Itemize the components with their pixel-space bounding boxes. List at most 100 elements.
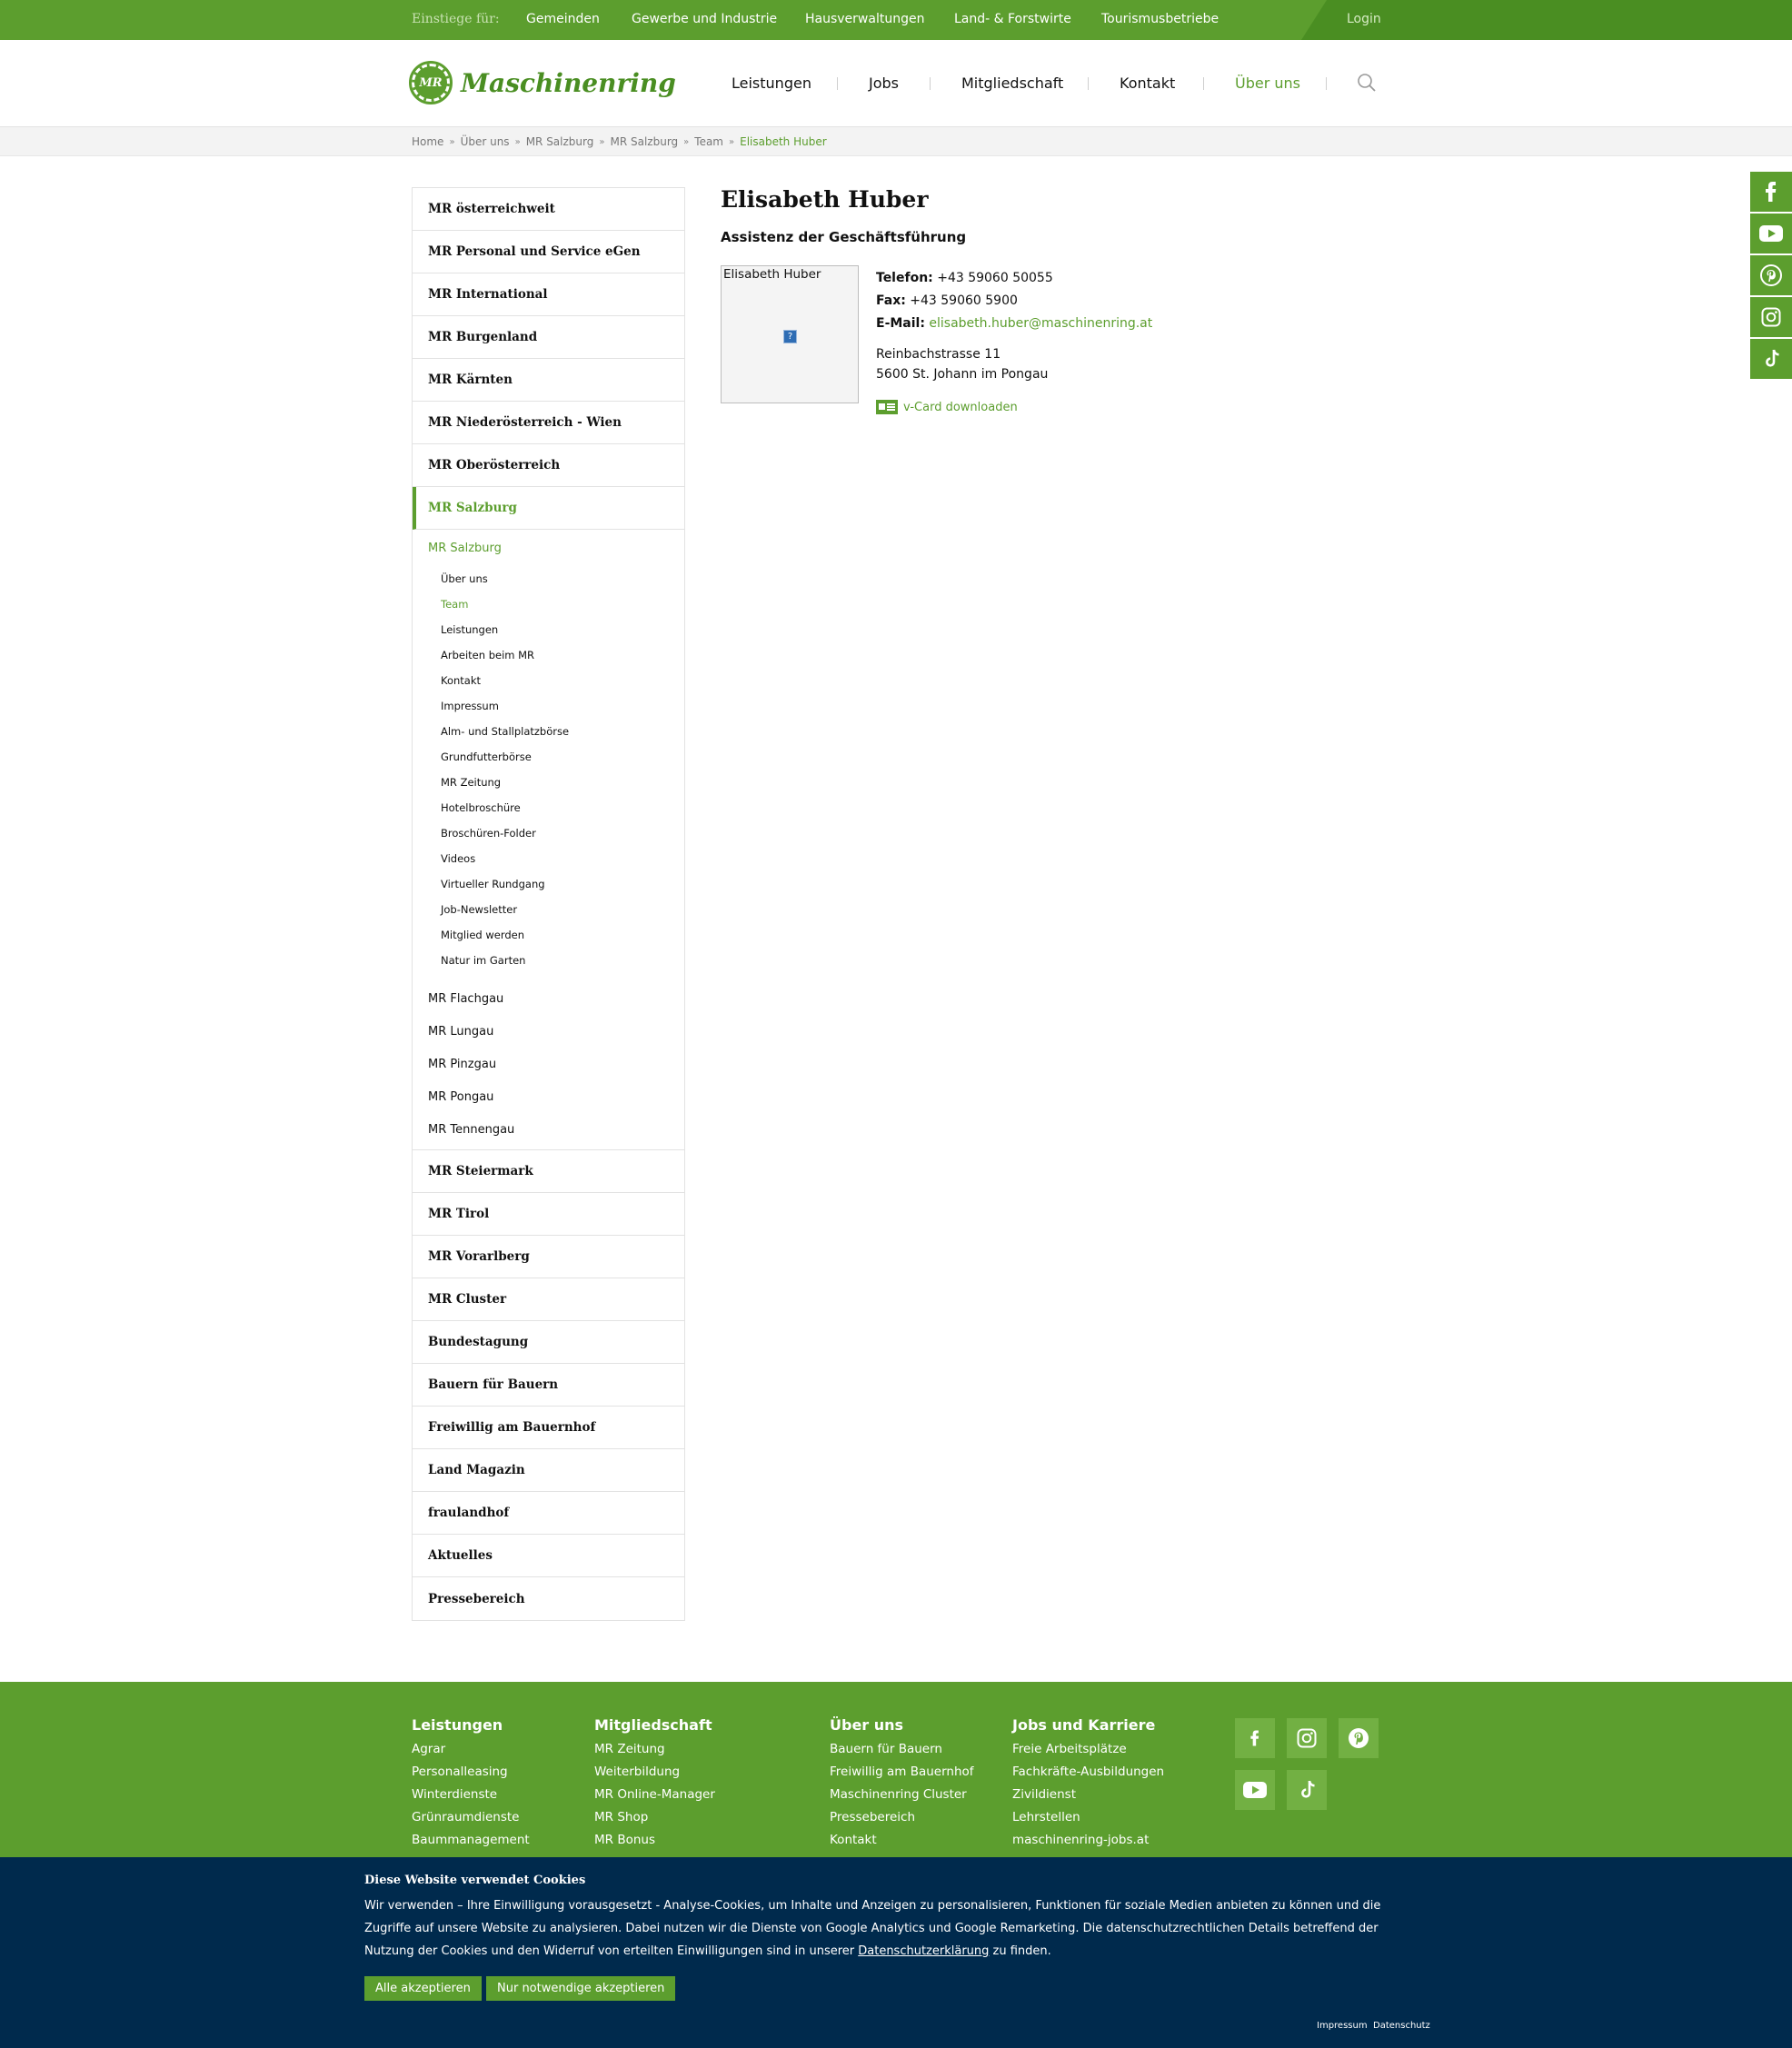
youtube-icon[interactable] — [1235, 1770, 1275, 1810]
breadcrumb-team[interactable]: Team — [694, 135, 723, 148]
footer-link[interactable]: Agrar — [412, 1738, 530, 1761]
tiktok-icon[interactable] — [1750, 339, 1792, 379]
sidebar-item[interactable]: Bundestagung — [413, 1321, 684, 1364]
sidebar-third-item[interactable]: Über uns — [413, 566, 684, 592]
sidebar-item[interactable]: MR Cluster — [413, 1278, 684, 1321]
breadcrumb-home[interactable]: Home — [412, 135, 443, 148]
datenschutz-link[interactable]: Datenschutz — [1373, 2021, 1430, 2031]
accept-necessary-button[interactable]: Nur notwendige akzeptieren — [486, 1976, 676, 2001]
footer-link[interactable]: Lehrstellen — [1012, 1806, 1164, 1829]
instagram-icon[interactable] — [1750, 297, 1792, 337]
fax-row: Fax: +43 59060 5900 — [876, 290, 1152, 313]
sidebar-item[interactable]: MR Tirol — [413, 1193, 684, 1236]
impressum-link[interactable]: Impressum — [1317, 2021, 1368, 2031]
sidebar-item[interactable]: MR International — [413, 273, 684, 316]
pinterest-icon[interactable] — [1750, 255, 1792, 295]
sidebar-third-item[interactable]: Hotelbroschüre — [413, 795, 684, 820]
login-link[interactable]: Login — [1347, 12, 1381, 26]
sidebar-item[interactable]: MR österreichweit — [413, 188, 684, 231]
phone-value[interactable]: +43 59060 50055 — [937, 271, 1053, 285]
sidebar-subitem[interactable]: MR Pongau — [413, 1080, 684, 1113]
sidebar-item-active[interactable]: MR Salzburg — [413, 487, 684, 530]
topbar-link-tourismus[interactable]: Tourismusbetriebe — [1101, 12, 1219, 26]
footer-link[interactable]: Fachkräfte-Ausbildungen — [1012, 1761, 1164, 1784]
topbar-link-landwirte[interactable]: Land- & Forstwirte — [954, 12, 1071, 26]
footer-link[interactable]: MR Shop — [594, 1806, 715, 1829]
sidebar-item[interactable]: Aktuelles — [413, 1535, 684, 1577]
email-link[interactable]: elisabeth.huber@maschinenring.at — [929, 316, 1152, 331]
footer-link[interactable]: Winterdienste — [412, 1784, 530, 1806]
topbar-link-gemeinden[interactable]: Gemeinden — [526, 12, 600, 26]
facebook-icon[interactable] — [1750, 172, 1792, 212]
nav-ueber-uns[interactable]: Über uns — [1235, 75, 1300, 92]
nav-jobs[interactable]: Jobs — [869, 75, 899, 92]
sidebar-item[interactable]: Pressebereich — [413, 1577, 684, 1620]
sidebar-item[interactable]: fraulandhof — [413, 1492, 684, 1535]
sidebar-third-item[interactable]: MR Zeitung — [413, 770, 684, 795]
logo[interactable]: MR Maschinenring — [409, 61, 676, 104]
facebook-icon[interactable] — [1235, 1718, 1275, 1758]
sidebar-third-item-active[interactable]: Team — [413, 592, 684, 617]
pinterest-icon[interactable] — [1339, 1718, 1379, 1758]
sidebar-third-item[interactable]: Kontakt — [413, 668, 684, 693]
breadcrumb-mr-salzburg-sub[interactable]: MR Salzburg — [610, 135, 678, 148]
footer-link[interactable]: Weiterbildung — [594, 1761, 715, 1784]
tiktok-icon[interactable] — [1287, 1770, 1327, 1810]
instagram-icon[interactable] — [1287, 1718, 1327, 1758]
footer-link[interactable]: MR Bonus — [594, 1829, 715, 1852]
sidebar-subitem[interactable]: MR Tennengau — [413, 1113, 684, 1146]
footer-link[interactable]: Freie Arbeitsplätze — [1012, 1738, 1164, 1761]
sidebar-item[interactable]: MR Oberösterreich — [413, 444, 684, 487]
footer-link[interactable]: maschinenring-jobs.at — [1012, 1829, 1164, 1852]
sidebar-item[interactable]: MR Niederösterreich - Wien — [413, 402, 684, 444]
footer-link[interactable]: Zivildienst — [1012, 1784, 1164, 1806]
topbar-link-gewerbe[interactable]: Gewerbe und Industrie — [632, 12, 777, 26]
sidebar-item[interactable]: MR Kärnten — [413, 359, 684, 402]
footer-link[interactable]: MR Zeitung — [594, 1738, 715, 1761]
sidebar-third-item[interactable]: Grundfutterbörse — [413, 744, 684, 770]
search-icon[interactable] — [1357, 73, 1377, 93]
sidebar-third-item[interactable]: Natur im Garten — [413, 948, 684, 973]
sidebar-subnav: MR Salzburg Über uns Team Leistungen Arb… — [413, 530, 684, 1150]
sidebar-subitem[interactable]: MR Pinzgau — [413, 1048, 684, 1080]
sidebar-item[interactable]: Bauern für Bauern — [413, 1364, 684, 1407]
sidebar-third-item[interactable]: Virtueller Rundgang — [413, 871, 684, 897]
footer-link[interactable]: Grünraumdienste — [412, 1806, 530, 1829]
vcard-download-link[interactable]: v-Card downloaden — [876, 400, 1018, 414]
breadcrumb: Home » Über uns » MR Salzburg » MR Salzb… — [412, 135, 827, 148]
topbar-link-hausverwaltungen[interactable]: Hausverwaltungen — [805, 12, 924, 26]
sidebar-item[interactable]: MR Steiermark — [413, 1150, 684, 1193]
sidebar-third-item[interactable]: Leistungen — [413, 617, 684, 642]
footer-link[interactable]: Maschinenring Cluster — [830, 1784, 974, 1806]
footer-link[interactable]: Pressebereich — [830, 1806, 974, 1829]
sidebar-subitem[interactable]: MR Lungau — [413, 1015, 684, 1048]
sidebar-third-item[interactable]: Videos — [413, 846, 684, 871]
sidebar-subitem-active[interactable]: MR Salzburg — [413, 530, 684, 566]
breadcrumb-mr-salzburg[interactable]: MR Salzburg — [526, 135, 594, 148]
privacy-policy-link[interactable]: Datenschutzerklärung — [858, 1944, 989, 1958]
sidebar-item[interactable]: MR Personal und Service eGen — [413, 231, 684, 273]
breadcrumb-ueber-uns[interactable]: Über uns — [461, 135, 510, 148]
footer-link[interactable]: Kontakt — [830, 1829, 974, 1852]
nav-leistungen[interactable]: Leistungen — [732, 75, 811, 92]
sidebar-third-item[interactable]: Job-Newsletter — [413, 897, 684, 922]
footer-link[interactable]: MR Online-Manager — [594, 1784, 715, 1806]
footer-link[interactable]: Personalleasing — [412, 1761, 530, 1784]
sidebar-item[interactable]: MR Vorarlberg — [413, 1236, 684, 1278]
sidebar-item[interactable]: Land Magazin — [413, 1449, 684, 1492]
sidebar-third-item[interactable]: Impressum — [413, 693, 684, 719]
sidebar-third-item[interactable]: Alm- und Stallplatzbörse — [413, 719, 684, 744]
youtube-icon[interactable] — [1750, 214, 1792, 254]
nav-kontakt[interactable]: Kontakt — [1120, 75, 1175, 92]
footer-link[interactable]: Baummanagement — [412, 1829, 530, 1852]
footer-link[interactable]: Bauern für Bauern — [830, 1738, 974, 1761]
nav-mitgliedschaft[interactable]: Mitgliedschaft — [961, 75, 1063, 92]
sidebar-third-item[interactable]: Broschüren-Folder — [413, 820, 684, 846]
sidebar-item[interactable]: MR Burgenland — [413, 316, 684, 359]
footer-link[interactable]: Freiwillig am Bauernhof — [830, 1761, 974, 1784]
sidebar-third-item[interactable]: Arbeiten beim MR — [413, 642, 684, 668]
accept-all-button[interactable]: Alle akzeptieren — [364, 1976, 482, 2001]
sidebar-subitem[interactable]: MR Flachgau — [413, 982, 684, 1015]
sidebar-item[interactable]: Freiwillig am Bauernhof — [413, 1407, 684, 1449]
sidebar-third-item[interactable]: Mitglied werden — [413, 922, 684, 948]
